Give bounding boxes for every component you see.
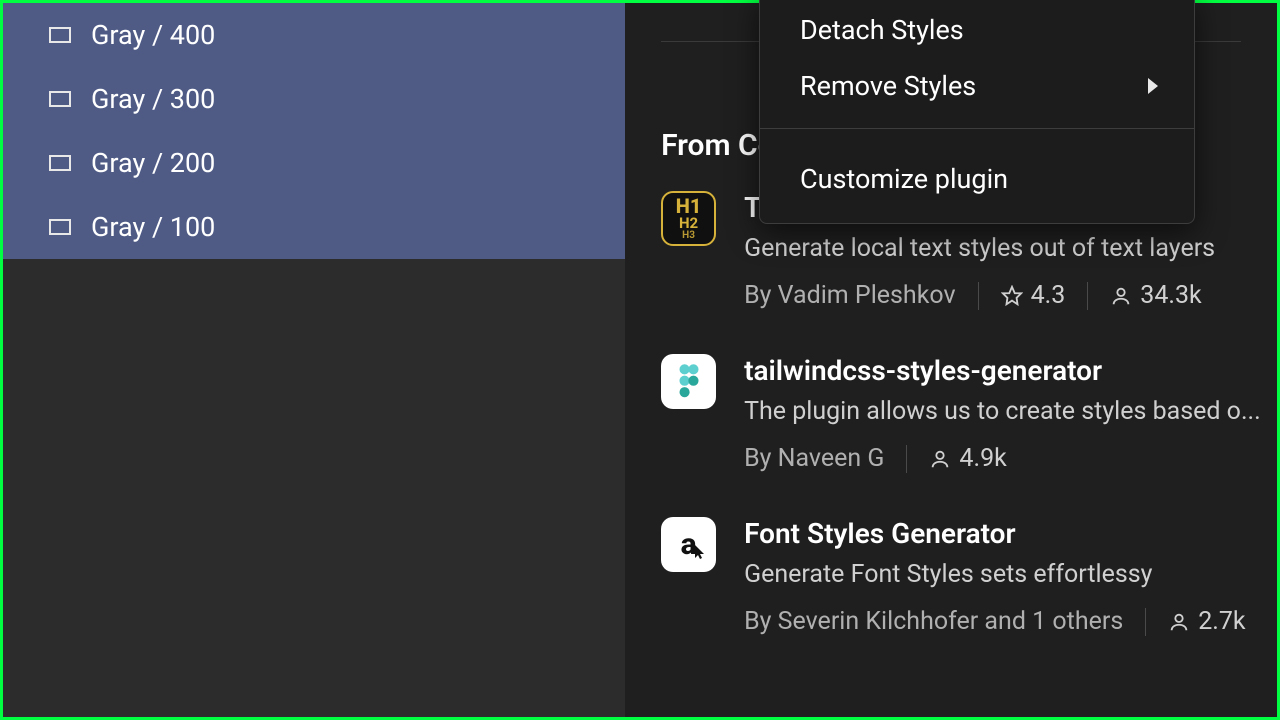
cursor-icon [694,533,708,568]
menu-item-remove-styles[interactable]: Remove Styles [760,58,1194,114]
plugin-author: By Vadim Pleshkov [744,281,956,310]
menu-item-detach-styles[interactable]: Detach Styles [760,2,1194,58]
layer-label: Gray / 300 [91,83,215,115]
plugin-meta: By Naveen G 4.9k [744,444,1277,473]
plugin-author: By Naveen G [744,444,884,473]
selected-layers-group: Gray / 400 Gray / 300 Gray / 200 Gray / … [3,3,625,259]
plugin-users: 2.7k [1168,607,1245,636]
user-icon [1168,611,1190,633]
frame-icon [49,155,71,171]
plugin-item[interactable]: a Font Styles Generator Generate Font St… [661,517,1277,636]
app-root: Gray / 400 Gray / 300 Gray / 200 Gray / … [3,3,1277,717]
user-icon [1110,285,1132,307]
layers-panel: Gray / 400 Gray / 300 Gray / 200 Gray / … [3,3,625,717]
divider [1145,608,1146,636]
star-icon [1001,285,1023,307]
chevron-right-icon [1148,78,1158,94]
layer-label: Gray / 100 [91,211,215,243]
context-menu: Detach Styles Remove Styles Customize pl… [759,0,1195,224]
divider [978,282,979,310]
plugin-name: tailwindcss-styles-generator [744,354,1277,387]
layer-label: Gray / 200 [91,147,215,179]
plugin-body: Font Styles Generator Generate Font Styl… [744,517,1277,636]
layer-item-gray-200[interactable]: Gray / 200 [3,131,625,195]
user-icon [929,448,951,470]
layer-item-gray-100[interactable]: Gray / 100 [3,195,625,259]
users-value: 34.3k [1140,281,1201,310]
layer-item-gray-400[interactable]: Gray / 400 [3,3,625,67]
menu-item-label: Detach Styles [800,14,964,46]
frame-icon [49,219,71,235]
menu-separator [760,128,1194,129]
divider [906,445,907,473]
plugin-description: Generate local text styles out of text l… [744,234,1277,263]
plugin-list: H1H2H3 T Generate local text styles out … [625,191,1277,636]
plugin-icon-font: a [661,517,716,572]
plugin-meta: By Severin Kilchhofer and 1 others 2.7k [744,607,1277,636]
plugin-users: 34.3k [1110,281,1201,310]
plugin-description: The plugin allows us to create styles ba… [744,397,1277,426]
menu-item-customize-plugin[interactable]: Customize plugin [760,151,1194,207]
rating-value: 4.3 [1031,281,1066,310]
plugin-users: 4.9k [929,444,1006,473]
divider [1087,282,1088,310]
plugin-icon-heading: H1H2H3 [661,191,716,246]
users-value: 4.9k [959,444,1006,473]
plugin-item[interactable]: tailwindcss-styles-generator The plugin … [661,354,1277,473]
menu-item-label: Remove Styles [800,70,976,102]
plugin-body: tailwindcss-styles-generator The plugin … [744,354,1277,473]
layer-item-gray-300[interactable]: Gray / 300 [3,67,625,131]
plugin-description: Generate Font Styles sets effortlessy [744,560,1277,589]
menu-item-label: Customize plugin [800,163,1008,195]
plugin-icon-figma [661,354,716,409]
frame-icon [49,27,71,43]
frame-icon [49,91,71,107]
users-value: 2.7k [1198,607,1245,636]
layer-label: Gray / 400 [91,19,215,51]
plugin-rating: 4.3 [1001,281,1066,310]
plugin-name: Font Styles Generator [744,517,1277,550]
plugin-meta: By Vadim Pleshkov 4.3 [744,281,1277,310]
plugin-author: By Severin Kilchhofer and 1 others [744,607,1123,636]
